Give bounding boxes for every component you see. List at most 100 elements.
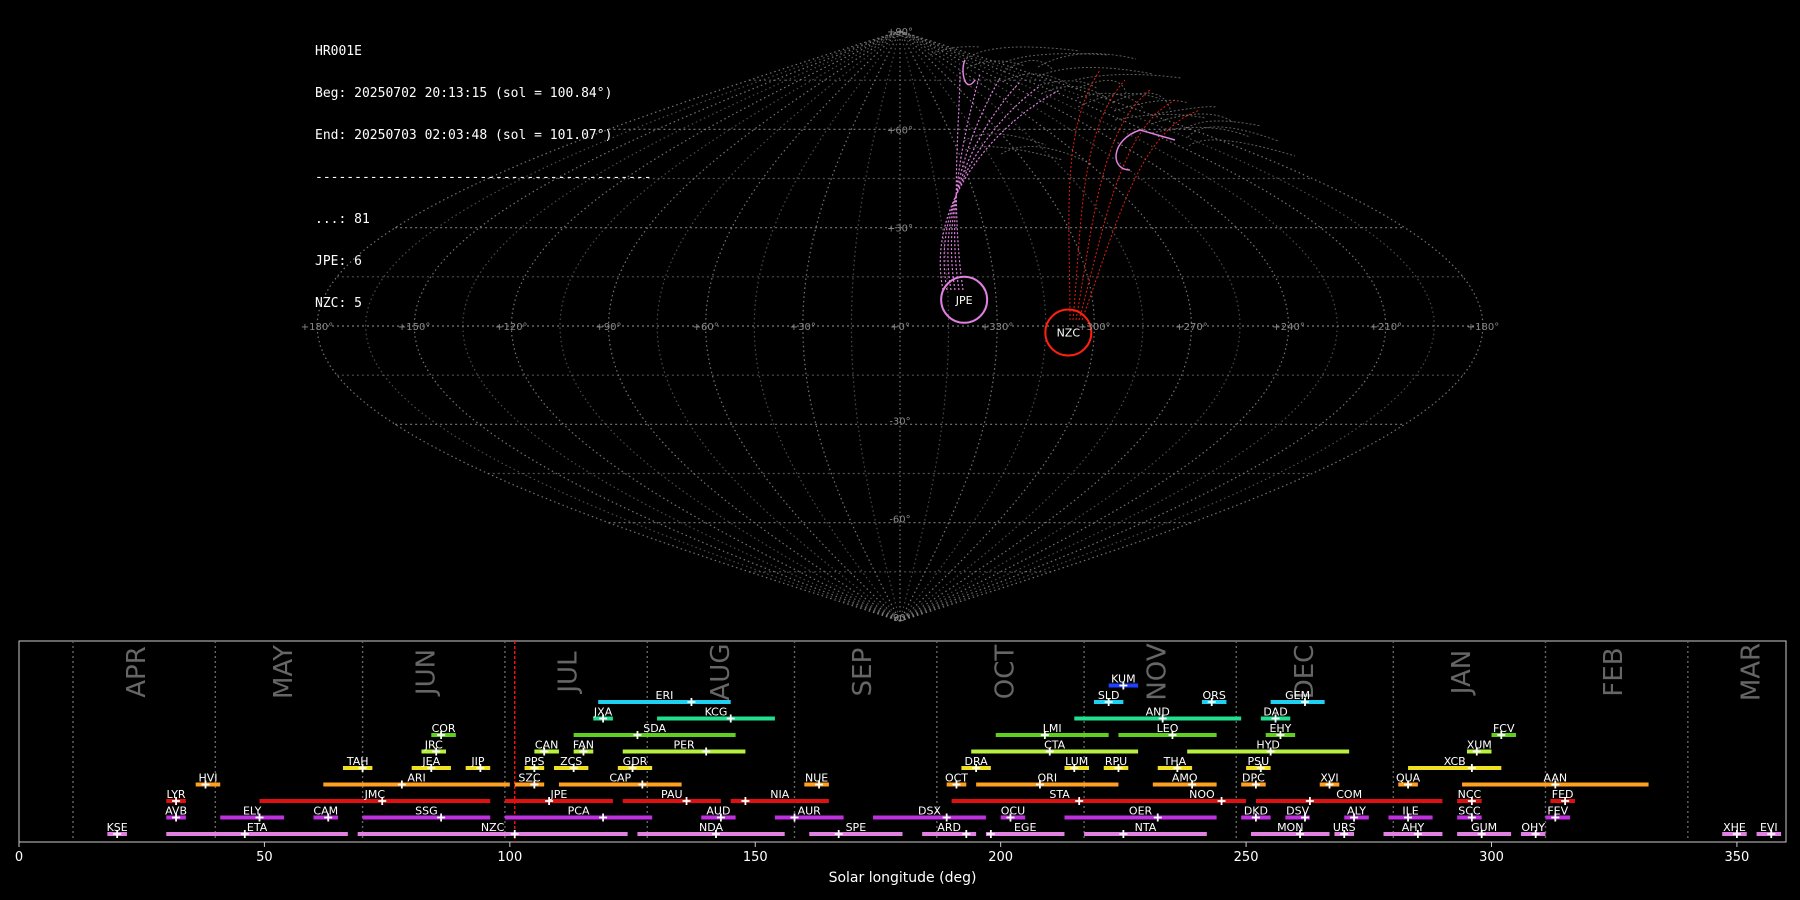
shower-peak-ocu	[1006, 813, 1015, 822]
shower-label-zcs: ZCS	[560, 755, 582, 768]
shower-peak-szc	[530, 780, 539, 789]
shower-peak-jea	[427, 764, 436, 772]
shower-peak-aly	[1350, 813, 1359, 822]
shower-peak-nda	[711, 830, 720, 838]
shower-peak-fan	[579, 747, 588, 756]
month-label: JAN	[1447, 650, 1477, 696]
shower-peak-tha	[1173, 764, 1182, 772]
meteor-tracks	[929, 46, 1296, 321]
longitude-label: +330°	[981, 322, 1013, 333]
nzc-track	[1068, 69, 1101, 321]
shower-label-fan: FAN	[573, 739, 594, 752]
shower-label-amo: AMO	[1172, 772, 1198, 785]
shower-peak-ssg	[437, 813, 446, 822]
shower-label-ncc: NCC	[1458, 788, 1482, 801]
shower-peak-lum	[1070, 764, 1079, 772]
shower-peak-ard	[962, 830, 971, 838]
shower-label-spe: SPE	[846, 821, 867, 834]
shower-label-jmc: JMC	[364, 788, 386, 801]
shower-label-dsx: DSX	[918, 805, 941, 818]
nzc-track	[1078, 99, 1176, 321]
shower-label-scc: SCC	[1458, 805, 1481, 818]
shower-label-szc: SZC	[518, 772, 541, 785]
shower-peak-and	[1158, 714, 1167, 723]
sporadic-track	[1112, 92, 1172, 113]
shower-label-fed: FED	[1552, 788, 1574, 801]
shower-label-dad: DAD	[1263, 706, 1287, 719]
x-tick-label: 150	[743, 850, 768, 865]
nzc-track	[1072, 79, 1126, 321]
longitude-label: +180°	[1467, 322, 1499, 333]
shower-label-jxa: JXA	[593, 706, 613, 719]
month-label: NOV	[1143, 643, 1173, 700]
shower-peak-ely	[255, 813, 264, 822]
shower-peak-evi	[1767, 830, 1776, 838]
shower-label-nia: NIA	[770, 788, 789, 801]
jpe-track	[1115, 129, 1176, 171]
jpe-track	[962, 59, 976, 86]
shower-peak-psu	[1256, 764, 1265, 772]
shower-label-tha: THA	[1163, 755, 1187, 768]
shower-label-eri: ERI	[656, 689, 674, 702]
shower-peak-lyr	[172, 797, 181, 805]
shower-label-eta: ETA	[247, 821, 268, 834]
shower-peak-scc	[1467, 813, 1476, 822]
shower-label-noo: NOO	[1189, 788, 1215, 801]
sky-map: JPE NZC +90° +60° +30° -30° -60° -90° +180° +150…	[301, 27, 1499, 624]
sporadic-track	[1113, 99, 1189, 112]
shower-peak-hvi	[201, 780, 210, 789]
shower-peak-spe	[834, 830, 843, 838]
shower-peak-sta	[1075, 797, 1084, 805]
month-label: JUL	[554, 651, 584, 695]
shower-peak-jmc	[378, 797, 387, 805]
sporadic-track	[1077, 93, 1161, 108]
shower-label-xvi: XVI	[1320, 772, 1338, 785]
shower-peak-qua	[1404, 780, 1413, 789]
shower-peak-xvi	[1325, 780, 1334, 789]
shower-peak-dad	[1271, 714, 1280, 723]
longitude-label: +240°	[1272, 322, 1304, 333]
shower-label-ege: EGE	[1014, 821, 1036, 834]
sporadic-track	[1037, 53, 1137, 68]
shower-peak-fev	[1551, 813, 1560, 822]
x-tick-label: 200	[988, 850, 1013, 865]
shower-label-gum: GUM	[1471, 821, 1497, 834]
x-tick-label: 250	[1234, 850, 1259, 865]
x-tick-label: 0	[15, 850, 23, 865]
month-label: DEC	[1290, 645, 1320, 700]
shower-label-dpc: DPC	[1242, 772, 1265, 785]
shower-peak-pps	[530, 764, 539, 772]
latitude-label: -60°	[889, 515, 910, 526]
shower-label-oct: OCT	[945, 772, 968, 785]
shower-label-kcg: KCG	[705, 706, 728, 719]
shower-label-ocu: OCU	[1001, 805, 1025, 818]
shower-peak-aud	[716, 813, 725, 822]
shower-label-ohy: OHY	[1521, 821, 1545, 834]
shower-label-hvi: HVI	[198, 772, 217, 785]
shower-peak-rpu	[1114, 764, 1123, 772]
shower-peak-aur	[790, 813, 799, 822]
shower-peak-per	[702, 747, 711, 756]
x-tick-label: 300	[1479, 850, 1504, 865]
sporadic-track	[1074, 73, 1182, 81]
x-tick-label: 50	[256, 850, 273, 865]
month-label: APR	[122, 646, 152, 698]
shower-label-pps: PPS	[524, 755, 544, 768]
shower-label-com: COM	[1336, 788, 1362, 801]
sporadic-track	[1075, 79, 1127, 94]
shower-peak-sda	[633, 731, 642, 739]
shower-peak-pau	[682, 797, 691, 805]
shower-label-cor: COR	[432, 722, 456, 735]
shower-label-tah: TAH	[346, 755, 369, 768]
shower-peak-fed	[1561, 797, 1570, 805]
shower-peak-xhe	[1732, 830, 1741, 838]
longitude-label: +150°	[398, 322, 430, 333]
shower-label-per: PER	[673, 739, 695, 752]
shower-peak-tah	[358, 764, 367, 772]
shower-peak-ahy	[1413, 830, 1422, 838]
shower-peak-aan	[1551, 780, 1560, 789]
shower-label-nzc: NZC	[481, 821, 505, 834]
x-axis-label: Solar longitude (deg)	[829, 870, 977, 886]
sporadic-track	[1186, 120, 1262, 129]
sporadic-track	[1188, 139, 1296, 157]
